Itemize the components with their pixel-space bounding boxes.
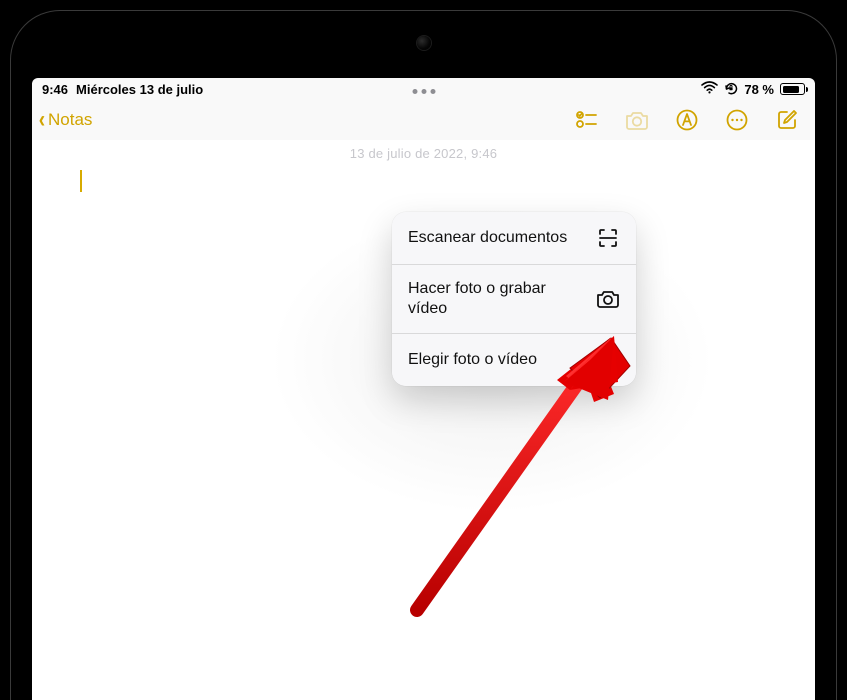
- status-time: 9:46: [42, 82, 68, 97]
- camera-context-menu: Escanear documentos Hacer foto o grabar …: [392, 212, 636, 386]
- battery-icon: [780, 83, 805, 95]
- checklist-icon[interactable]: [573, 106, 601, 134]
- orientation-lock-icon: [724, 81, 738, 98]
- compose-icon[interactable]: [773, 106, 801, 134]
- toolbar: ‹ Notas: [32, 100, 815, 140]
- gallery-icon: [596, 348, 620, 372]
- menu-scan-documents[interactable]: Escanear documentos: [392, 212, 636, 264]
- camera-toolbar-icon[interactable]: [623, 106, 651, 134]
- menu-item-label: Escanear documentos: [408, 228, 567, 248]
- menu-choose-photo-video[interactable]: Elegir foto o vídeo: [392, 333, 636, 386]
- chevron-left-icon: ‹: [39, 108, 45, 132]
- screen: 9:46 Miércoles 13 de julio: [32, 78, 815, 700]
- more-icon[interactable]: [723, 106, 751, 134]
- status-date: Miércoles 13 de julio: [76, 82, 203, 97]
- markup-icon[interactable]: [673, 106, 701, 134]
- battery-fill: [783, 86, 800, 93]
- back-label: Notas: [48, 110, 92, 130]
- note-timestamp: 13 de julio de 2022, 9:46: [350, 146, 497, 161]
- multitask-dots[interactable]: [412, 89, 435, 94]
- ipad-frame: 9:46 Miércoles 13 de julio: [0, 0, 847, 700]
- device-camera: [417, 36, 431, 50]
- camera-icon: [596, 287, 620, 311]
- scan-icon: [596, 226, 620, 250]
- text-caret: [80, 170, 82, 192]
- wifi-icon: [701, 81, 718, 97]
- note-body[interactable]: 13 de julio de 2022, 9:46 Escanear docum…: [32, 140, 815, 700]
- menu-item-label: Elegir foto o vídeo: [408, 350, 537, 370]
- menu-item-label: Hacer foto o grabar vídeo: [408, 279, 558, 319]
- back-button[interactable]: ‹ Notas: [38, 108, 92, 132]
- menu-take-photo-video[interactable]: Hacer foto o grabar vídeo: [392, 264, 636, 333]
- battery-pct: 78 %: [744, 82, 774, 97]
